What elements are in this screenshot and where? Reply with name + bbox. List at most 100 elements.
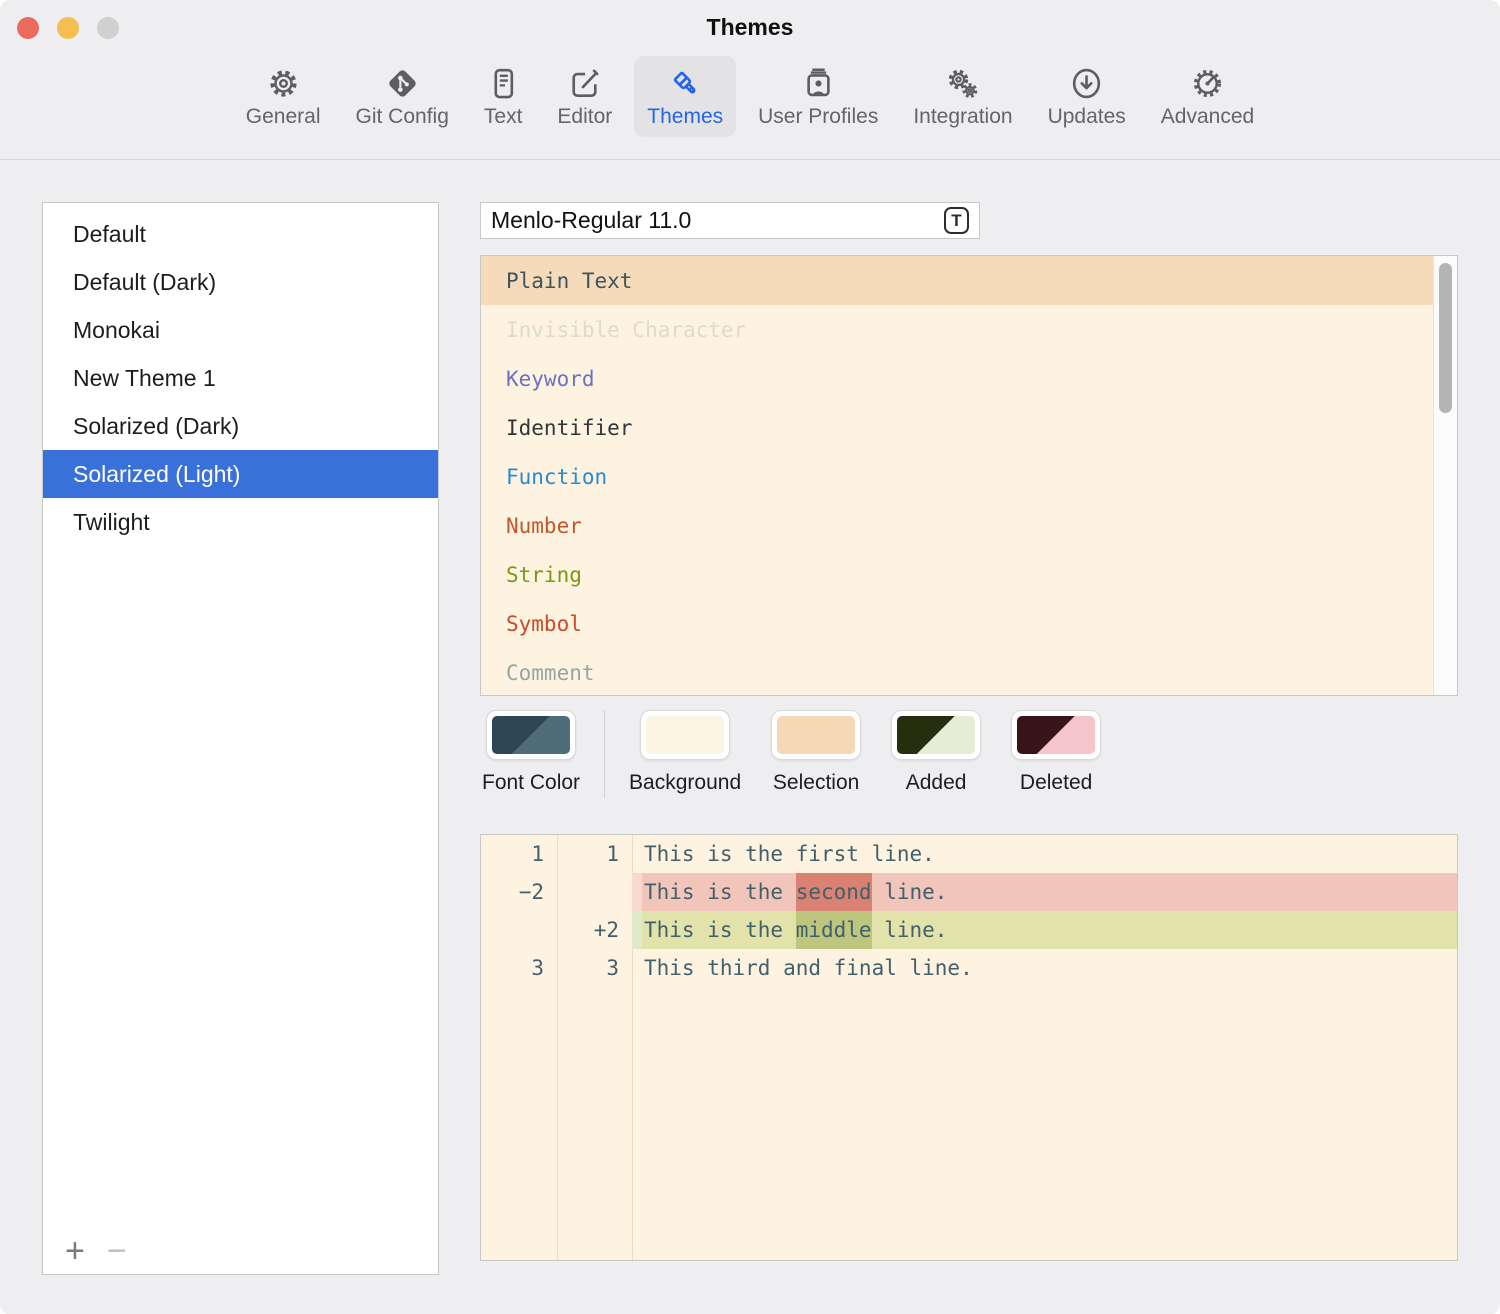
new-line-number [557, 873, 632, 911]
preferences-toolbar: General Git Config Text [0, 56, 1500, 159]
style-item-invisible-character[interactable]: Invisible Character [481, 305, 1457, 354]
style-item-string[interactable]: String [481, 550, 1457, 599]
font-field[interactable]: Menlo-Regular 11.0 T [480, 202, 980, 239]
theme-list-panel: Default Default (Dark) Monokai New Theme… [42, 202, 439, 1275]
old-line-number [481, 911, 557, 949]
theme-item-new-theme-1[interactable]: New Theme 1 [43, 354, 438, 402]
deleted-group: Deleted [1011, 710, 1101, 795]
background-group: Background [629, 710, 741, 795]
selection-well[interactable] [771, 710, 861, 760]
tab-label: General [246, 105, 321, 128]
tab-git-config[interactable]: Git Config [343, 56, 462, 137]
style-item-symbol[interactable]: Symbol [481, 599, 1457, 648]
gears-icon [944, 65, 981, 102]
gear-icon [265, 65, 302, 102]
deleted-well[interactable] [1011, 710, 1101, 760]
diff-row-context: 1 1 This is the first line. [481, 835, 1457, 873]
tab-label: Editor [557, 105, 612, 128]
diff-preview-panel: 1 1 This is the first line. −2 This is t… [480, 834, 1458, 1261]
diff-row-added: +2 This is the middle line. [481, 911, 1457, 949]
new-line-number: +2 [557, 911, 632, 949]
editor-pencil-icon [566, 65, 603, 102]
swatch-divider [604, 710, 605, 798]
old-line-number: 1 [481, 835, 557, 873]
theme-item-solarized-light[interactable]: Solarized (Light) [43, 450, 438, 498]
theme-list: Default Default (Dark) Monokai New Theme… [43, 203, 438, 546]
added-label: Added [906, 771, 967, 795]
style-item-plain-text[interactable]: Plain Text [481, 256, 1457, 305]
tab-label: User Profiles [758, 105, 878, 128]
added-word-highlight: middle [796, 911, 872, 949]
tab-user-profiles[interactable]: User Profiles [745, 56, 891, 137]
titlebar: Themes [0, 0, 1500, 56]
font-color-swatch [492, 716, 570, 754]
style-item-comment[interactable]: Comment [481, 648, 1457, 696]
tab-text[interactable]: Text [471, 56, 536, 137]
style-preview-list: Plain Text Invisible Character Keyword I… [480, 255, 1458, 696]
style-item-label: Plain Text [506, 269, 632, 293]
diff-line-text: This is the first line. [632, 835, 1457, 873]
tab-updates[interactable]: Updates [1035, 56, 1139, 137]
old-line-number: −2 [481, 873, 557, 911]
background-swatch [646, 716, 724, 754]
download-circle-icon [1068, 65, 1105, 102]
tab-label: Advanced [1161, 105, 1254, 128]
add-theme-button[interactable]: + [65, 1234, 85, 1268]
style-item-label: String [506, 563, 582, 587]
tab-label: Themes [647, 105, 723, 128]
scrollbar-track[interactable] [1433, 256, 1457, 695]
selection-group: Selection [771, 710, 861, 795]
paint-brush-icon [667, 65, 704, 102]
style-item-label: Number [506, 514, 582, 538]
tab-themes[interactable]: Themes [634, 56, 736, 137]
tab-integration[interactable]: Integration [900, 56, 1025, 137]
tab-label: Text [484, 105, 523, 128]
style-item-label: Comment [506, 661, 595, 685]
tab-advanced[interactable]: Advanced [1148, 56, 1267, 137]
theme-list-actions: + − [65, 1234, 127, 1268]
selection-label: Selection [773, 771, 859, 795]
added-well[interactable] [891, 710, 981, 760]
theme-item-monokai[interactable]: Monokai [43, 306, 438, 354]
window-title: Themes [0, 14, 1500, 41]
user-card-icon [800, 65, 837, 102]
style-item-label: Function [506, 465, 607, 489]
style-item-identifier[interactable]: Identifier [481, 403, 1457, 452]
theme-item-default[interactable]: Default [43, 210, 438, 258]
style-item-function[interactable]: Function [481, 452, 1457, 501]
font-picker-button[interactable]: T [944, 207, 969, 234]
diff-line-text: This is the middle line. [632, 911, 1457, 949]
deleted-swatch [1017, 716, 1095, 754]
themes-pane: Default Default (Dark) Monokai New Theme… [0, 160, 1500, 1313]
change-strip [632, 911, 642, 949]
old-line-number: 3 [481, 949, 557, 987]
font-color-label: Font Color [482, 771, 580, 795]
preferences-window: Themes General [0, 0, 1500, 1314]
style-item-keyword[interactable]: Keyword [481, 354, 1457, 403]
theme-item-default-dark[interactable]: Default (Dark) [43, 258, 438, 306]
diff-body: 1 1 This is the first line. −2 This is t… [481, 835, 1457, 1260]
style-item-number[interactable]: Number [481, 501, 1457, 550]
new-line-number: 3 [557, 949, 632, 987]
remove-theme-button[interactable]: − [107, 1234, 127, 1268]
style-item-label: Invisible Character [506, 318, 746, 342]
scrollbar-thumb[interactable] [1439, 263, 1452, 413]
tab-label: Git Config [356, 105, 449, 128]
font-value: Menlo-Regular 11.0 [491, 207, 691, 234]
diff-row-context: 3 3 This third and final line. [481, 949, 1457, 987]
tab-label: Updates [1048, 105, 1126, 128]
diff-line-text: This is the second line. [632, 873, 1457, 911]
added-group: Added [891, 710, 981, 795]
font-color-well[interactable] [486, 710, 576, 760]
text-document-icon [485, 65, 522, 102]
deleted-word-highlight: second [796, 873, 872, 911]
tab-editor[interactable]: Editor [544, 56, 625, 137]
style-item-label: Symbol [506, 612, 582, 636]
theme-item-twilight[interactable]: Twilight [43, 498, 438, 546]
color-wells-row: Font Color Background Selection Added De… [482, 710, 1101, 798]
style-item-label: Identifier [506, 416, 632, 440]
background-well[interactable] [640, 710, 730, 760]
added-swatch [897, 716, 975, 754]
theme-item-solarized-dark[interactable]: Solarized (Dark) [43, 402, 438, 450]
tab-general[interactable]: General [233, 56, 334, 137]
